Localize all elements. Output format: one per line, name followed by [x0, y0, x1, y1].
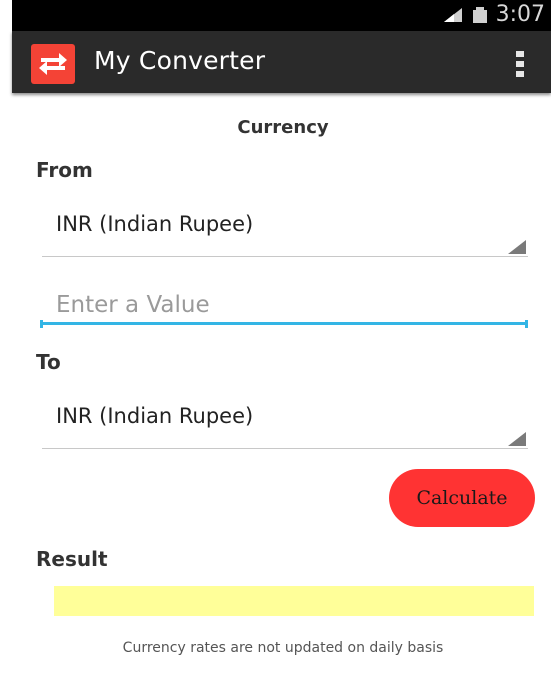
menu-dot	[516, 61, 524, 67]
to-currency-value: INR (Indian Rupee)	[56, 404, 254, 428]
menu-dot	[516, 71, 524, 77]
calculate-button[interactable]: Calculate	[389, 469, 535, 527]
dropdown-arrow-icon	[508, 432, 526, 446]
disclaimer-text: Currency rates are not updated on daily …	[122, 640, 444, 656]
dropdown-arrow-icon	[508, 240, 526, 254]
value-input[interactable]	[40, 287, 528, 325]
action-bar: My Converter	[12, 31, 551, 93]
to-currency-spinner[interactable]: INR (Indian Rupee)	[42, 404, 528, 449]
overflow-menu-icon[interactable]	[515, 51, 525, 77]
signal-icon	[442, 6, 464, 24]
status-clock: 3:07	[495, 2, 545, 27]
status-bar: 3:07	[12, 0, 551, 31]
from-currency-value: INR (Indian Rupee)	[56, 212, 254, 236]
from-label: From	[36, 158, 93, 182]
section-title: Currency	[237, 117, 329, 138]
result-label: Result	[36, 547, 108, 571]
battery-icon	[472, 6, 488, 24]
menu-dot	[516, 51, 524, 57]
status-icons: 3:07	[442, 3, 545, 27]
to-label: To	[36, 350, 61, 374]
app-title: My Converter	[94, 46, 266, 75]
result-output	[54, 586, 534, 616]
swap-arrows-icon[interactable]	[31, 44, 75, 84]
from-currency-spinner[interactable]: INR (Indian Rupee)	[42, 212, 528, 257]
